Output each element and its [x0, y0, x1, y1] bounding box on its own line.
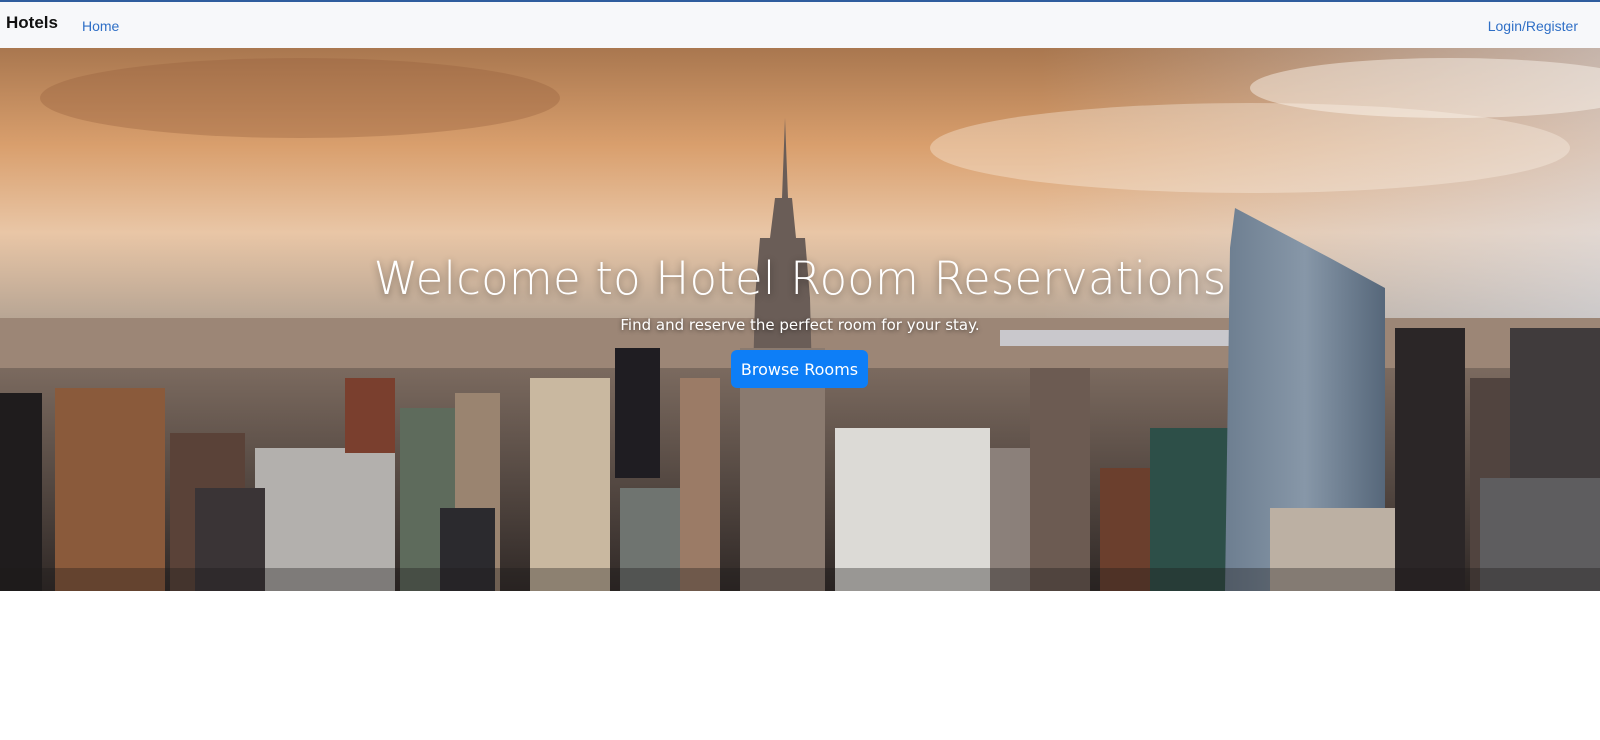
hero-title: Welcome to Hotel Room Reservations — [373, 252, 1227, 305]
hero-banner: Welcome to Hotel Room Reservations Find … — [0, 48, 1600, 591]
nav-login-register-link[interactable]: Login/Register — [1488, 18, 1578, 34]
hero-subtitle: Find and reserve the perfect room for yo… — [620, 316, 980, 334]
navbar: Hotels Home Login/Register — [0, 0, 1600, 48]
browse-rooms-button[interactable]: Browse Rooms — [731, 350, 868, 388]
brand-logo-text[interactable]: Hotels — [6, 13, 58, 33]
nav-home-link[interactable]: Home — [82, 18, 119, 34]
